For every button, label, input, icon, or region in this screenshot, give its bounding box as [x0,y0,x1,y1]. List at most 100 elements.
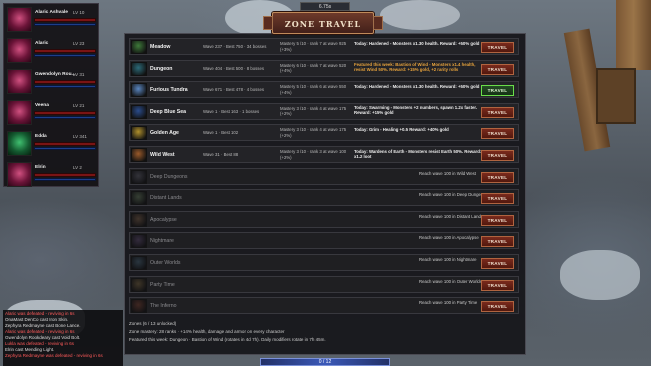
zone-row-meadow: Meadow Wave 237 · Best 750 · 34 bosses Mas… [129,38,519,55]
member-level: LV 341 [73,134,87,139]
zone-modifier: Today: Hardened - Monsters x1.30 health.… [354,40,480,46]
snow-patch [560,250,640,300]
dialog-title-banner: ZONE TRAVEL [263,12,383,34]
zone-modifier: Today: Wardens of Earth - Monsters resis… [354,148,482,159]
party-member[interactable]: Alaric LV 23 [7,38,97,67]
travel-button[interactable]: TRAVEL [481,236,514,248]
portrait [7,69,32,94]
member-name: Gwendolyn Rou... [35,72,76,77]
travel-button[interactable]: TRAVEL [481,301,514,313]
zone-row-party-time: Party Time Reach wave 100 in Outer Worlds… [129,275,519,293]
travel-button[interactable]: TRAVEL [481,128,514,140]
combat-log[interactable]: Alaric was defeated - reviving in 6s OnaM… [3,310,123,366]
zone-name: Dungeon [150,65,173,72]
zone-progress: Wave 1 · Best 102 [203,130,239,136]
distant-lands-icon [131,191,147,206]
zone-name: Nightmare [150,238,174,245]
progress-text: 0 / 12 [318,359,332,365]
unlock-requirement: Reach wave 100 in Wild West [419,170,476,176]
zone-mastery: Mastery 5 /10 · rank 6 at wave 550 (+4%) [280,84,347,95]
travel-button[interactable]: TRAVEL [481,42,514,53]
portrait [7,100,32,125]
travel-button[interactable]: TRAVEL [481,85,514,97]
party-member[interactable]: Veena LV 21 [7,100,97,129]
travel-button[interactable]: TRAVEL [481,171,514,183]
zone-row-deep-blue-sea: Deep Blue Sea Wave 1 · Best 163 · 1 bosse… [129,102,519,120]
zone-name: Distant Lands [150,195,182,202]
zone-progress: Wave 31 · Best 88 [203,152,239,157]
portrait [7,38,32,63]
member-level: LV 21 [73,103,85,108]
featured-rotation-text: Featured this week: Dungeon · Bastion of… [129,337,326,342]
member-level: LV 23 [73,41,85,46]
health-bar [34,173,96,177]
party-member[interactable]: Edda LV 341 [7,131,97,160]
portrait [7,7,32,32]
zone-name: Golden Age [150,130,179,137]
zone-name: Furious Tundra [150,87,188,94]
progress-bar: 0 / 12 [260,358,390,366]
party-member[interactable]: Alaric Ashvale LV 10 [7,7,97,36]
zone-progress: Wave 671 · Best 478 · 4 bosses [203,87,264,93]
zone-name: Meadow [150,44,171,50]
top-readout: 6.75s [300,2,350,11]
travel-button[interactable]: TRAVEL [481,63,514,75]
zone-progress: Wave 404 · Best 500 · 8 bosses [203,65,264,71]
zone-mastery-text: Zone mastery: 28 ranks · +14% health, da… [129,329,285,334]
member-level: LV 31 [73,72,85,77]
zone-mastery: Mastery 5 /10 · rank 7 at wave 925 (+3%) [280,41,347,52]
travel-button[interactable]: TRAVEL [481,106,514,118]
wild-west-icon [131,148,147,162]
mana-bar [34,178,96,181]
mana-bar [34,54,96,57]
deep-dungeons-icon [131,169,147,184]
unlock-requirement: Reach wave 100 in Nightmare [419,257,477,262]
mana-bar [34,23,96,26]
zone-mastery: Mastery 3 /10 · rank 4 at wave 175 (+2%) [280,105,347,117]
party-time-icon [131,277,147,292]
health-bar [34,111,96,115]
travel-button[interactable]: TRAVEL [481,214,514,226]
party-member[interactable]: Elrin LV 2 [7,162,97,191]
portrait [7,162,32,187]
travel-button[interactable]: TRAVEL [481,150,514,161]
member-name: Elrin [35,165,46,170]
zone-mastery: Mastery 6 /10 · rank 7 at wave 520 (+4%) [280,62,347,74]
travel-button[interactable]: TRAVEL [481,279,514,291]
member-name: Edda [35,134,47,139]
member-level: LV 10 [73,10,85,15]
zone-row-nightmare: Nightmare Reach wave 100 in Apocalypse TRA… [129,232,519,250]
health-bar [34,49,96,53]
tundra-icon [131,83,147,98]
golden-age-icon [131,126,147,141]
travel-button[interactable]: TRAVEL [481,193,514,205]
unlock-requirement: Reach wave 100 in Distant Lands [419,213,484,219]
health-bar [34,142,96,146]
wooden-crate [596,68,636,124]
zone-progress: Wave 1 · Best 163 · 1 bosses [203,108,260,114]
zone-modifier: Today: Hardened - Monsters x1.30 health.… [354,83,480,89]
member-name: Veena [35,103,49,108]
zone-name: Apocalypse [150,216,177,223]
member-level: LV 2 [73,165,82,170]
zone-modifier: Today: Grim - Healing +0.5 Reward: +40% … [354,126,449,132]
zone-name: Party Time [150,281,175,288]
party-member[interactable]: Gwendolyn Rou... LV 31 [7,69,97,98]
dungeon-icon [131,61,147,76]
zone-progress: Wave 237 · Best 750 · 34 bosses [203,44,267,49]
unlock-requirement: Reach wave 100 in Deep Dungeons [419,192,488,198]
zone-row-golden-age: Golden Age Wave 1 · Best 102 Mastery 3 /10… [129,124,519,142]
zone-row-deep-dungeons: Deep Dungeons Reach wave 100 in Wild West… [129,167,519,185]
snow-patch [380,0,460,30]
inferno-icon [131,299,147,314]
zone-name: The Inferno [150,303,177,310]
zone-row-the-inferno: The Inferno Reach wave 100 in Party Time T… [129,297,519,315]
portrait [7,131,32,156]
travel-button[interactable]: TRAVEL [481,258,514,269]
member-name: Alaric Ashvale [35,10,68,15]
zone-row-outer-worlds: Outer Worlds Reach wave 100 in Nightmare T… [129,254,519,271]
zone-name: Outer Worlds [150,260,181,266]
banner-ornament [373,16,383,30]
party-panel: Alaric Ashvale LV 10 Alaric LV 23 Gwendo… [3,3,99,187]
nightmare-icon [131,234,147,249]
